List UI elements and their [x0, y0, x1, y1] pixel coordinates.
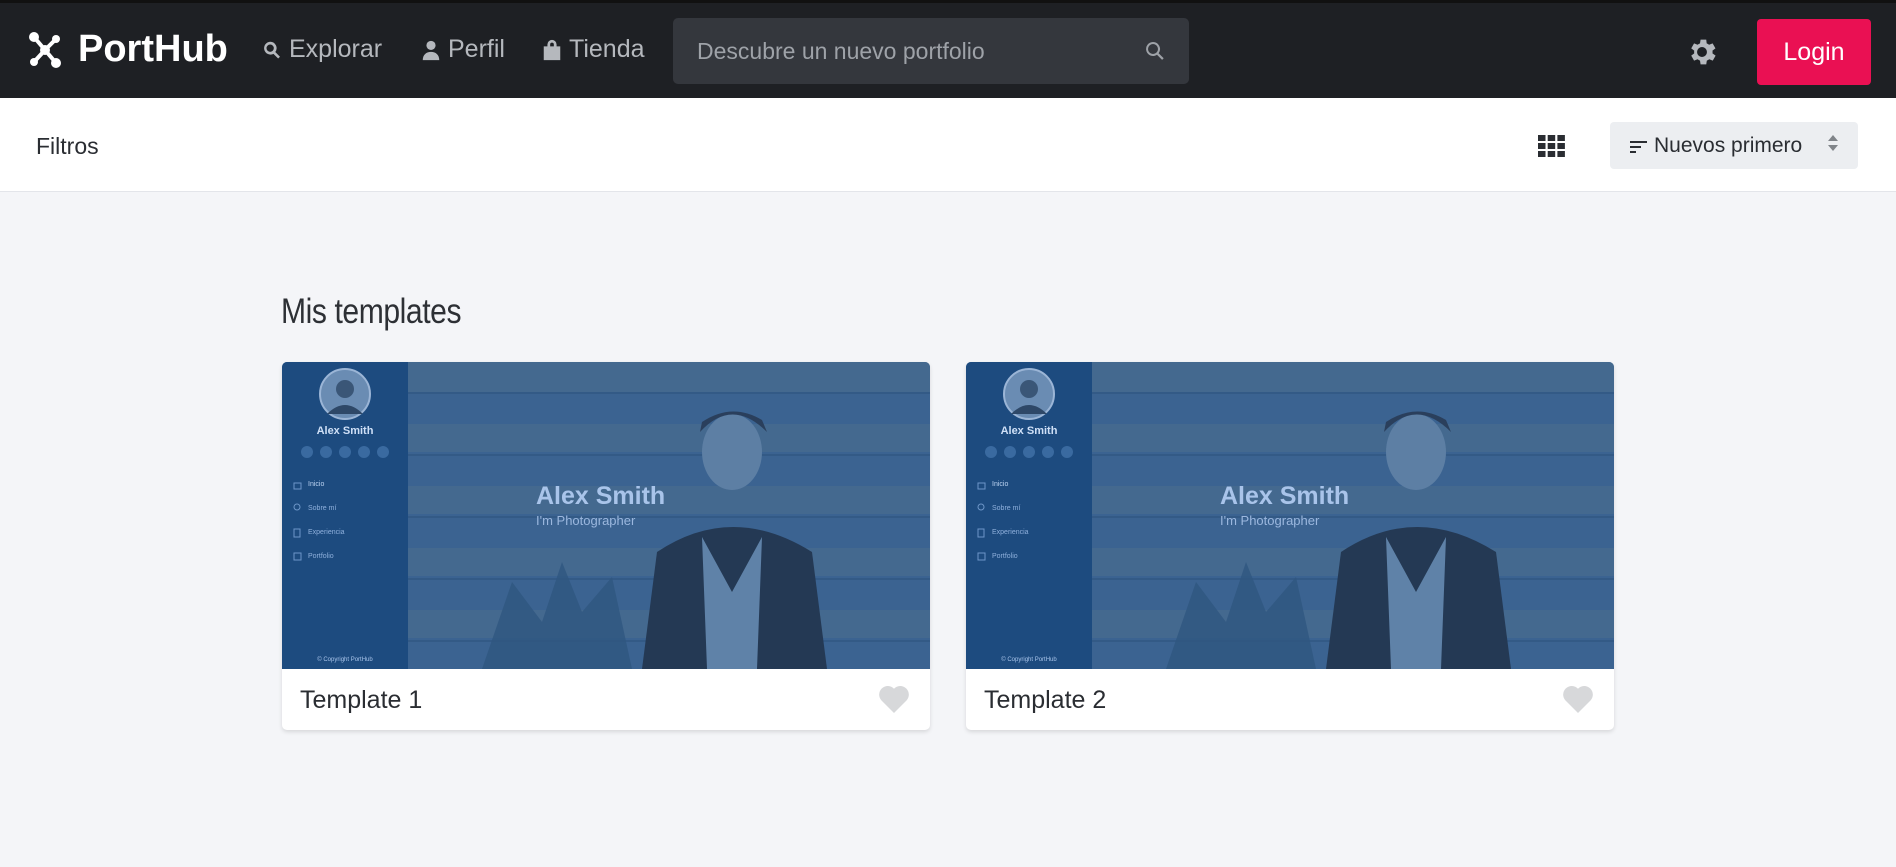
card-title[interactable]: Template 2 — [984, 686, 1106, 715]
preview-hero-name: Alex Smith — [536, 482, 666, 510]
top-navbar: PortHub Explorar Perfil Tienda Login — [0, 0, 1896, 98]
preview-sidebar-name: Alex Smith — [1000, 425, 1058, 437]
nav-link-tienda[interactable]: Tienda — [541, 35, 645, 64]
nav-link-label: Explorar — [289, 35, 383, 63]
nav-link-explorar[interactable]: Explorar — [261, 35, 382, 64]
preview-menu-item: Experiencia — [992, 529, 1029, 536]
gear-icon — [1691, 39, 1716, 65]
nav-link-label: Tienda — [569, 35, 645, 63]
select-arrows-icon — [1826, 132, 1840, 159]
search-icon — [264, 41, 280, 59]
settings-button[interactable] — [1685, 35, 1719, 69]
card-title[interactable]: Template 1 — [300, 686, 422, 715]
sort-selected-value: Nuevos primero — [1654, 133, 1803, 157]
search-icon[interactable] — [1143, 39, 1167, 63]
template-preview-image[interactable]: Alex Smith Inicio Sobre mí Experiencia P… — [282, 362, 930, 669]
preview-menu-item: Portfolio — [308, 553, 334, 560]
favorite-button[interactable] — [1562, 684, 1594, 713]
search-bar — [673, 18, 1189, 84]
grid-view-icon — [1538, 135, 1565, 157]
nav-link-perfil[interactable]: Perfil — [420, 35, 505, 64]
nav-link-label: Perfil — [448, 35, 505, 63]
preview-menu-item: Sobre mí — [992, 505, 1021, 512]
user-icon — [422, 40, 440, 60]
card-footer: Template 2 — [966, 669, 1614, 730]
filters-toggle[interactable]: Filtros — [36, 133, 99, 160]
preview-hero-name: Alex Smith — [1220, 482, 1350, 510]
favorite-button[interactable] — [878, 684, 910, 713]
preview-sidebar-name: Alex Smith — [316, 425, 374, 437]
sort-icon — [1630, 138, 1648, 154]
template-preview-image[interactable]: Alex Smith Inicio Sobre mí Experiencia P… — [966, 362, 1614, 669]
preview-menu-item: Experiencia — [308, 529, 345, 536]
filter-bar: Filtros Nuevos primero — [0, 98, 1896, 192]
login-button[interactable]: Login — [1757, 19, 1871, 85]
porthub-logo-icon — [29, 31, 61, 68]
brand-name: PortHub — [78, 28, 228, 70]
preview-copyright: © Copyright PortHub — [317, 657, 373, 663]
section-title: Mis templates — [281, 292, 462, 331]
preview-menu-item: Sobre mí — [308, 505, 337, 512]
preview-menu-item: Portfolio — [992, 553, 1018, 560]
preview-menu-item: Inicio — [992, 481, 1009, 488]
heart-icon — [1563, 686, 1593, 713]
shopping-bag-icon — [543, 39, 561, 60]
heart-icon — [879, 686, 909, 713]
card-footer: Template 1 — [282, 669, 930, 730]
template-card[interactable]: Alex Smith Inicio Sobre mí Experiencia P… — [282, 362, 930, 730]
preview-hero-subtitle: I'm Photographer — [536, 513, 636, 528]
preview-hero-subtitle: I'm Photographer — [1220, 513, 1320, 528]
search-input[interactable] — [695, 36, 1143, 66]
grid-view-button[interactable] — [1538, 135, 1565, 157]
brand-logo[interactable]: PortHub — [26, 28, 228, 71]
sort-select[interactable]: Nuevos primero — [1610, 122, 1858, 169]
template-card[interactable]: Alex Smith Inicio Sobre mí Experiencia P… — [966, 362, 1614, 730]
preview-menu-item: Inicio — [308, 481, 325, 488]
preview-copyright: © Copyright PortHub — [1001, 657, 1057, 663]
